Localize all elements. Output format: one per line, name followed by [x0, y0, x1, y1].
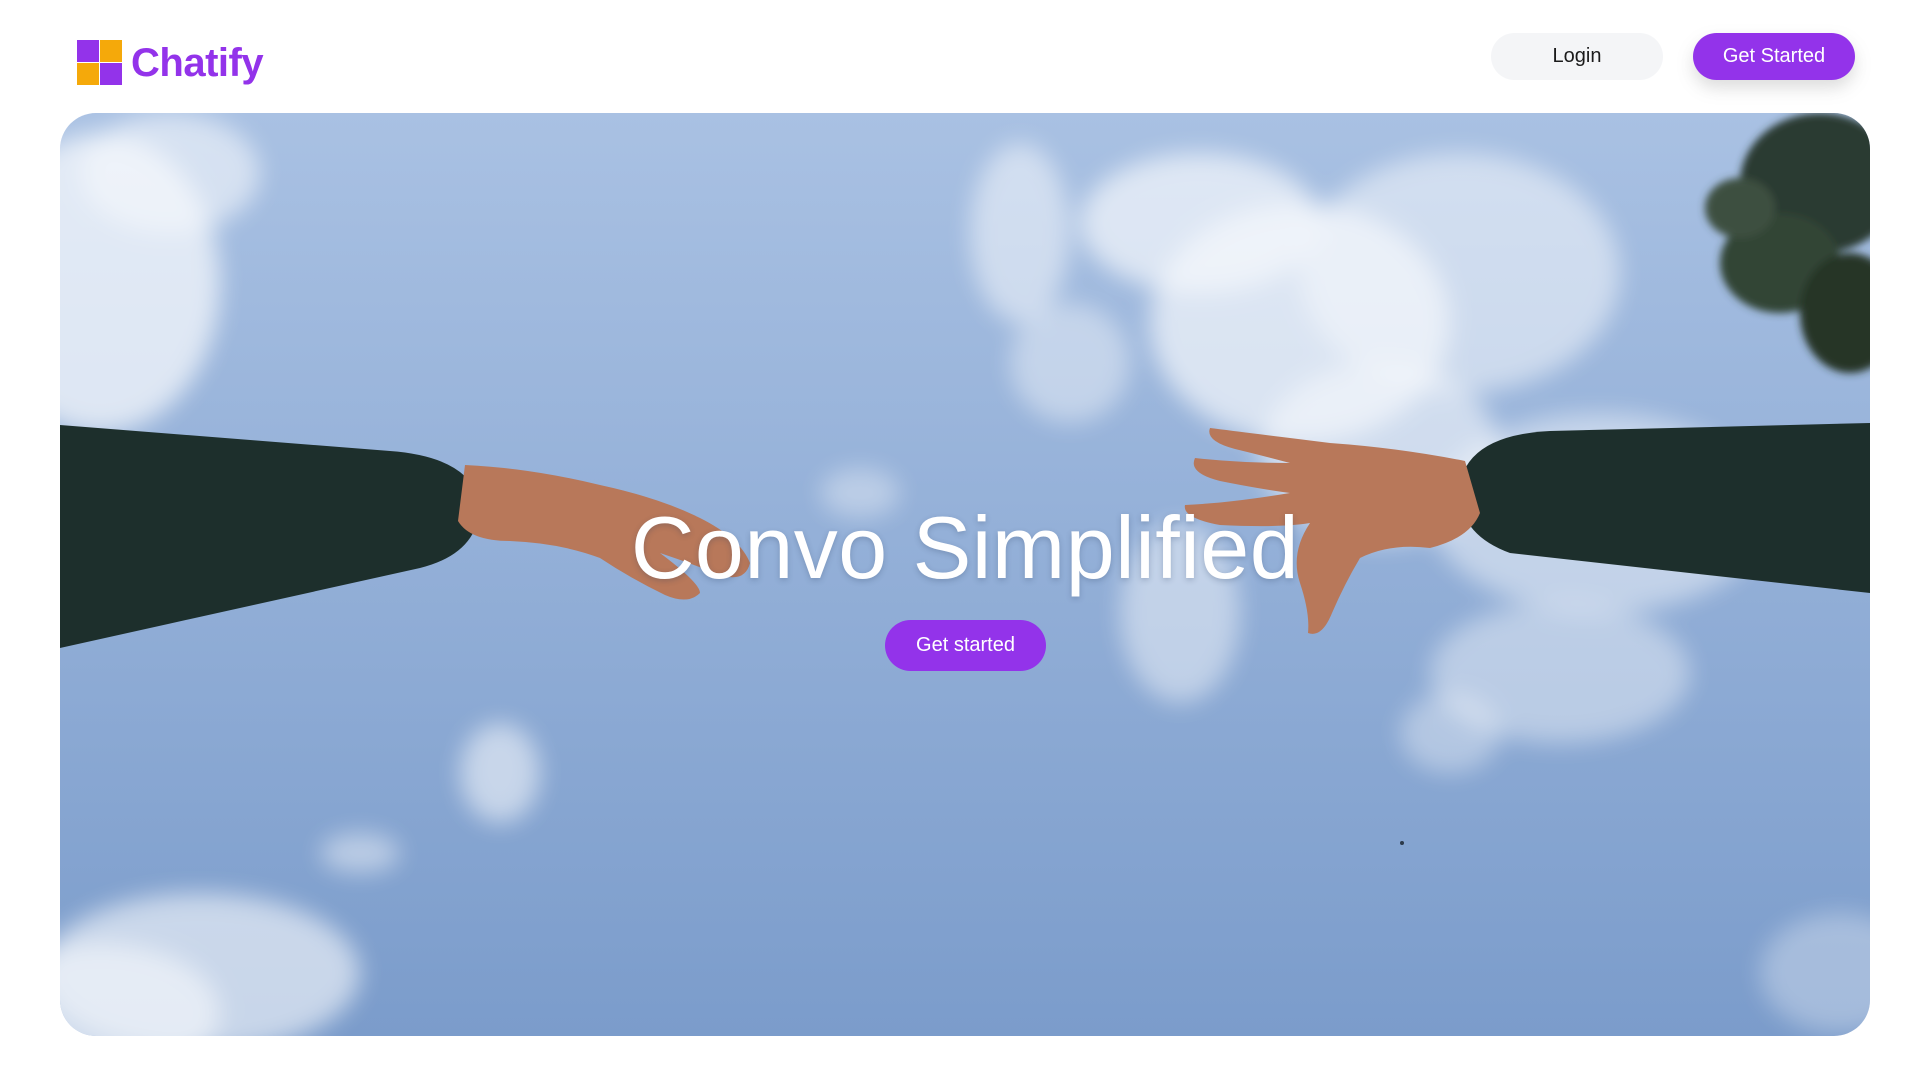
logo-square [100, 63, 122, 85]
hero-title: Convo Simplified [630, 498, 1300, 597]
hero-content: Convo Simplified Get started [60, 113, 1870, 1036]
logo-square [77, 40, 99, 62]
top-nav: Chatify Login Get Started [0, 0, 1920, 113]
nav-actions: Login Get Started [1491, 33, 1855, 80]
hero-get-started-button[interactable]: Get started [885, 620, 1046, 671]
hero-section: Convo Simplified Get started [60, 113, 1870, 1036]
get-started-button[interactable]: Get Started [1693, 33, 1855, 80]
logo-square [77, 63, 99, 85]
brand-logo-link[interactable]: Chatify [77, 37, 264, 89]
login-button[interactable]: Login [1491, 33, 1663, 80]
logo-icon [77, 40, 123, 86]
brand-name: Chatify [131, 40, 264, 85]
logo-square [100, 40, 122, 62]
